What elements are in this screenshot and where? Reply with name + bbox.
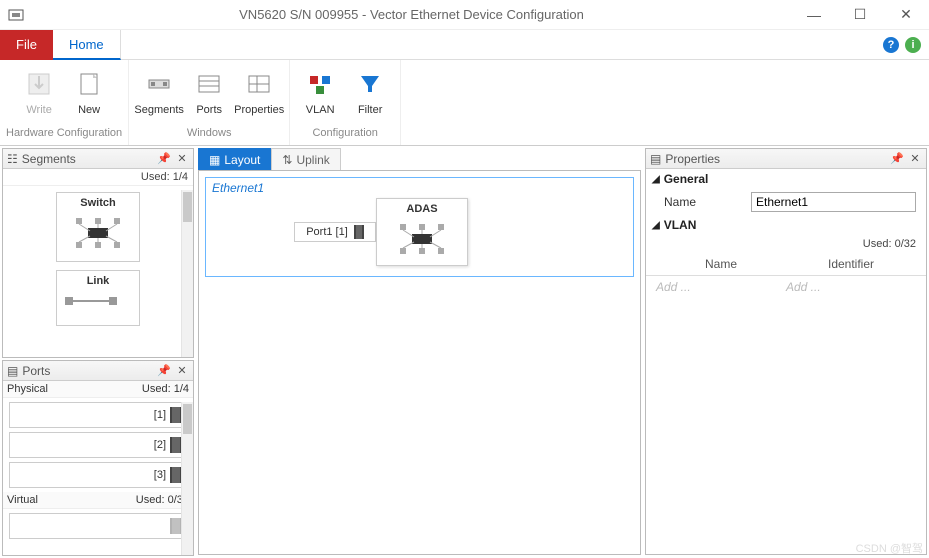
port-row-3[interactable]: [3] — [9, 462, 187, 488]
new-button[interactable]: New — [65, 64, 113, 127]
close-icon[interactable]: ✕ — [908, 152, 922, 165]
segments-button[interactable]: Segments — [135, 64, 183, 127]
segment-title: Ethernet1 — [206, 178, 633, 198]
ribbon-group-windows: Windows — [187, 127, 232, 141]
ports-title: Ports — [22, 364, 153, 378]
vlan-section[interactable]: ◢ VLAN — [646, 215, 926, 235]
palette-switch[interactable]: Switch — [56, 192, 140, 262]
app-icon — [4, 3, 28, 27]
vlan-used: Used: 0/32 — [646, 235, 926, 253]
minimize-button[interactable]: — — [791, 0, 837, 30]
vlan-button[interactable]: VLAN — [296, 64, 344, 127]
scrollbar[interactable] — [181, 190, 193, 357]
uplink-tab[interactable]: ⇅ Uplink — [271, 148, 340, 170]
ribbon-tabs: File Home ? i — [0, 30, 929, 60]
ribbon-group-hw: Hardware Configuration — [6, 127, 122, 141]
layout-tab-icon: ▦ — [209, 153, 220, 167]
design-canvas[interactable]: Ethernet1 Port1 [1] ADAS — [198, 170, 641, 555]
vlan-table-header: Name Identifier — [646, 253, 926, 276]
segments-icon — [143, 68, 175, 100]
virtual-port-row[interactable] — [9, 513, 187, 539]
link-icon — [61, 291, 121, 311]
palette-link[interactable]: Link — [56, 270, 140, 326]
filter-button[interactable]: Filter — [346, 64, 394, 127]
maximize-button[interactable]: ☐ — [837, 0, 883, 30]
close-icon[interactable]: ✕ — [175, 152, 189, 165]
ports-panel: ▤ Ports 📌 ✕ Physical Used: 1/4 [1] [2] — [2, 360, 194, 556]
ports-physical-header: Physical Used: 1/4 — [3, 381, 193, 398]
name-input[interactable] — [751, 192, 916, 212]
properties-icon — [243, 68, 275, 100]
port-row-2[interactable]: [2] — [9, 432, 187, 458]
close-button[interactable]: ✕ — [883, 0, 929, 30]
port-connector[interactable]: Port1 [1] — [294, 222, 376, 242]
window-title: VN5620 S/N 009955 - Vector Ethernet Devi… — [32, 7, 791, 22]
home-tab[interactable]: Home — [53, 30, 121, 60]
filter-icon — [354, 68, 386, 100]
collapse-icon: ◢ — [652, 220, 660, 231]
general-section[interactable]: ◢ General — [646, 169, 926, 189]
segments-panel: ☷ Segments 📌 ✕ Used: 1/4 Switch — [2, 148, 194, 358]
collapse-icon: ◢ — [652, 174, 660, 185]
ports-icon — [193, 68, 225, 100]
file-tab[interactable]: File — [0, 30, 53, 60]
properties-button[interactable]: Properties — [235, 64, 283, 127]
pin-icon[interactable]: 📌 — [157, 152, 171, 165]
ports-header-icon: ▤ — [7, 364, 18, 378]
title-bar: VN5620 S/N 009955 - Vector Ethernet Devi… — [0, 0, 929, 30]
properties-title: Properties — [665, 152, 886, 166]
switch-icon — [392, 219, 452, 259]
port-row-1[interactable]: [1] — [9, 402, 187, 428]
segment-ethernet1[interactable]: Ethernet1 Port1 [1] ADAS — [205, 177, 634, 277]
port-plug-icon — [354, 225, 364, 239]
info-icon[interactable]: i — [905, 37, 921, 53]
segments-title: Segments — [22, 152, 153, 166]
ports-virtual-header: Virtual Used: 0/32 — [3, 492, 193, 509]
write-icon — [23, 68, 55, 100]
segments-header-icon: ☷ — [7, 152, 18, 166]
properties-panel: ▤ Properties 📌 ✕ ◢ General Name ◢ VLAN — [645, 148, 927, 555]
segments-used: Used: 1/4 — [3, 169, 193, 186]
vlan-icon — [304, 68, 336, 100]
close-icon[interactable]: ✕ — [175, 364, 189, 377]
name-label: Name — [664, 195, 745, 209]
adas-node[interactable]: ADAS — [376, 198, 468, 266]
properties-header-icon: ▤ — [650, 152, 661, 166]
watermark: CSDN @智驾 — [856, 540, 923, 556]
help-icon[interactable]: ? — [883, 37, 899, 53]
uplink-tab-icon: ⇅ — [282, 153, 292, 167]
switch-icon — [68, 213, 128, 253]
layout-tab[interactable]: ▦ Layout — [198, 148, 271, 170]
ribbon: Write New Hardware Configuration Segment… — [0, 60, 929, 146]
pin-icon[interactable]: 📌 — [157, 364, 171, 377]
ports-button[interactable]: Ports — [185, 64, 233, 127]
ribbon-group-config: Configuration — [312, 127, 377, 141]
write-button[interactable]: Write — [15, 64, 63, 127]
pin-icon[interactable]: 📌 — [890, 152, 904, 165]
new-icon — [73, 68, 105, 100]
scrollbar[interactable] — [181, 402, 193, 555]
vlan-add-row[interactable]: Add ... Add ... — [646, 276, 926, 298]
